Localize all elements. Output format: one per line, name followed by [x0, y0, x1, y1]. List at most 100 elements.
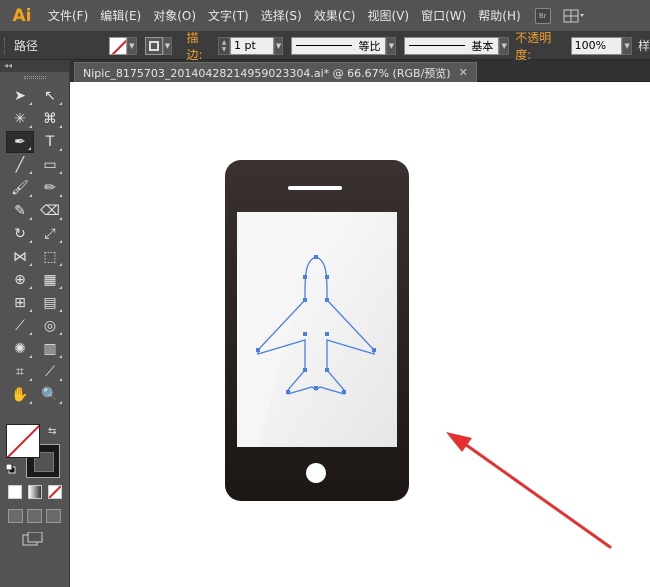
eraser-tool[interactable]: ⌫ [36, 200, 64, 222]
pencil-tool[interactable]: ✏ [36, 177, 64, 199]
rotate-icon: ↻ [14, 226, 26, 242]
menu-item[interactable]: 文字(T) [202, 7, 255, 24]
perspective-grid-icon: ▦ [43, 272, 57, 288]
rectangle-tool[interactable]: ▭ [36, 154, 64, 176]
draw-behind-icon[interactable] [27, 509, 42, 523]
panel-grip[interactable] [4, 37, 8, 54]
zoom-tool[interactable]: 🔍 [36, 384, 64, 406]
scale-tool[interactable]: ⤢ [36, 223, 64, 245]
blob-brush-tool[interactable]: ✎ [6, 200, 34, 222]
swap-fill-stroke-icon[interactable]: ⇆ [48, 426, 56, 437]
width-tool[interactable]: ⋈ [6, 246, 34, 268]
free-transform-tool[interactable]: ⬚ [36, 246, 64, 268]
none-icon[interactable] [48, 485, 62, 499]
rotate-tool[interactable]: ↻ [6, 223, 34, 245]
slice-tool[interactable]: ⟋ [36, 361, 64, 383]
menu-item[interactable]: 帮助(H) [472, 7, 526, 24]
phone-home-button [306, 463, 326, 483]
tools-panel: ◂◂ ➤ ↖ ✳ ⌘ ✒ T ╱ ▭ 🖌 ✏ ✎ ⌫ ↻ ⤢ ⋈ ⬚ ⊕ ▦ ⊞ ▤ ⟋ ◎ ✺ ▥ ⌗ ⟋ ✋ 🔍 ⇆ [0, 60, 70, 587]
direct-selection-icon: ↖ [44, 88, 56, 104]
gradient-tool[interactable]: ▤ [36, 292, 64, 314]
phone-illustration[interactable] [225, 160, 409, 501]
pen-tool[interactable]: ✒ [6, 131, 34, 153]
profile-label: 等比 [358, 39, 381, 53]
eyedropper-tool[interactable]: ⟋ [6, 315, 34, 337]
draw-inside-icon[interactable] [46, 509, 61, 523]
mesh-tool[interactable]: ⊞ [6, 292, 34, 314]
fill-color-swatch[interactable] [109, 36, 127, 55]
control-bar: 路径 ▼ ▼ 描边: ▲ ▼ 1 pt ▼ 等比 ▼ 基本 ▼ 不透明度: 100… [0, 29, 650, 63]
eraser-icon: ⌫ [40, 203, 60, 219]
collapse-panel-icon[interactable]: ◂◂ [0, 60, 69, 72]
color-mode-row [8, 485, 62, 499]
fill-box[interactable] [6, 424, 40, 458]
bridge-icon[interactable]: Br [534, 7, 551, 24]
menu-item[interactable]: 选择(S) [255, 7, 308, 24]
phone-speaker [288, 186, 342, 190]
artboard-tool[interactable]: ⌗ [6, 361, 34, 383]
shape-builder-tool[interactable]: ⊕ [6, 269, 34, 291]
stroke-weight-dropdown-icon[interactable]: ▼ [273, 36, 284, 55]
menu-item[interactable]: 对象(O) [147, 7, 202, 24]
fill-dropdown-icon[interactable]: ▼ [126, 36, 137, 55]
stroke-weight-stepper[interactable]: ▲ ▼ [218, 36, 231, 55]
blend-tool[interactable]: ◎ [36, 315, 64, 337]
menu-item[interactable]: 编辑(E) [94, 7, 147, 24]
screen-mode-icon[interactable] [22, 532, 44, 546]
perspective-grid-tool[interactable]: ▦ [36, 269, 64, 291]
opacity-input[interactable]: 100% [570, 36, 623, 55]
line-segment-tool[interactable]: ╱ [6, 154, 34, 176]
selection-type-label: 路径 [13, 39, 38, 53]
stroke-weight-input[interactable]: 1 pt [230, 36, 274, 55]
app-logo: Ai [12, 5, 32, 26]
gradient-icon[interactable] [28, 485, 42, 499]
document-tab[interactable]: Nipic_8175703_20140428214959023304.ai* @… [74, 62, 477, 82]
lasso-icon: ⌘ [43, 111, 57, 127]
arrange-documents-icon[interactable] [563, 8, 589, 24]
opacity-label[interactable]: 不透明度: [515, 29, 566, 63]
default-fill-stroke-icon[interactable] [6, 464, 16, 474]
opacity-dropdown-icon[interactable]: ▼ [622, 36, 632, 55]
type-tool[interactable]: T [36, 131, 64, 153]
selection-tool[interactable]: ➤ [6, 85, 34, 107]
artboard-canvas[interactable] [70, 82, 650, 587]
menu-item[interactable]: 视图(V) [361, 7, 415, 24]
eyedropper-icon: ⟋ [15, 318, 25, 334]
menu-item[interactable]: 窗口(W) [415, 7, 472, 24]
stroke-dropdown-icon[interactable]: ▼ [162, 36, 173, 55]
brush-label: 基本 [471, 39, 494, 53]
symbol-sprayer-tool[interactable]: ✺ [6, 338, 34, 360]
scale-icon: ⤢ [44, 226, 56, 242]
hand-tool[interactable]: ✋ [6, 384, 34, 406]
menu-item[interactable]: 文件(F) [42, 7, 94, 24]
free-transform-icon: ⬚ [43, 249, 57, 265]
pen-icon: ✒ [14, 134, 26, 150]
draw-normal-icon[interactable] [8, 509, 23, 523]
brush-dropdown-icon[interactable]: ▼ [499, 36, 510, 55]
brush-definition[interactable]: 基本 [404, 36, 500, 55]
artboard-icon: ⌗ [16, 364, 24, 380]
menu-item[interactable]: 效果(C) [308, 7, 362, 24]
panel-grip[interactable] [23, 76, 46, 79]
direct-selection-tool[interactable]: ↖ [36, 85, 64, 107]
selection-icon: ➤ [14, 88, 26, 104]
paintbrush-icon: 🖌 [11, 180, 29, 196]
shape-builder-icon: ⊕ [14, 272, 26, 288]
color-icon[interactable] [8, 485, 22, 499]
paintbrush-tool[interactable]: 🖌 [6, 177, 34, 199]
column-graph-tool[interactable]: ▥ [36, 338, 64, 360]
stroke-label[interactable]: 描边: [186, 29, 214, 63]
variable-width-profile[interactable]: 等比 [291, 36, 387, 55]
close-icon[interactable]: ✕ [459, 66, 468, 79]
style-label[interactable]: 样 [638, 37, 650, 54]
lasso-tool[interactable]: ⌘ [36, 108, 64, 130]
stroke-color-swatch[interactable] [144, 36, 163, 55]
line-segment-icon: ╱ [15, 157, 25, 173]
magic-wand-tool[interactable]: ✳ [6, 108, 34, 130]
profile-dropdown-icon[interactable]: ▼ [386, 36, 397, 55]
blob-brush-icon: ✎ [14, 203, 26, 219]
draw-mode-row [8, 509, 61, 523]
zoom-icon: 🔍 [41, 387, 59, 403]
fill-stroke-widget: ⇆ [6, 424, 62, 480]
width-icon: ⋈ [13, 249, 27, 265]
